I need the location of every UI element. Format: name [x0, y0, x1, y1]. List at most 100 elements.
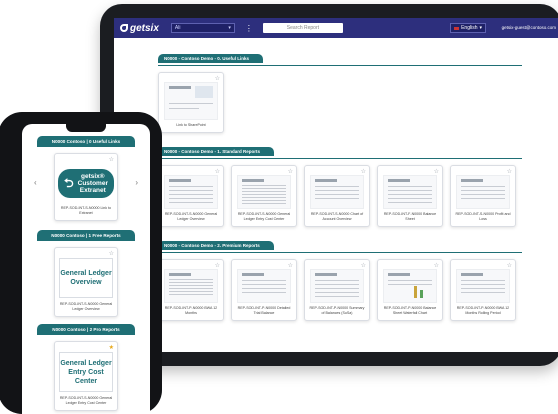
report-card-label: REP-SOD-INT-P-N0000 BWA 12 Months: [164, 306, 218, 315]
thumbnail-line: [169, 103, 213, 104]
phone-section-useful-links: N0000 Contoso | 0 Useful Links ☆ ⮌ getsi…: [22, 136, 150, 221]
favorite-star-icon[interactable]: ☆: [215, 262, 220, 269]
chevron-down-icon: ▾: [228, 25, 231, 31]
kebab-menu-icon[interactable]: ⋮: [245, 24, 253, 33]
thumbnail-line: [388, 190, 432, 191]
thumbnail-header: [169, 179, 191, 182]
carousel-next-icon[interactable]: ›: [135, 178, 138, 187]
report-thumbnail: [383, 175, 437, 209]
thumbnail-header: [169, 273, 191, 276]
report-thumbnail: [164, 269, 218, 303]
phone-section-header[interactable]: N0000 Contoso | 0 Useful Links: [37, 136, 135, 147]
report-card[interactable]: ☆ Link to SharePoint: [158, 72, 224, 133]
phone-report-card[interactable]: ★ General Ledger Entry Cost Center REP-S…: [54, 341, 118, 411]
thumbnail-title: General Ledger Overview: [60, 269, 111, 287]
thumbnail-line: [169, 202, 213, 203]
thumbnail-line: [315, 194, 359, 195]
carousel-prev-icon[interactable]: ‹: [34, 178, 37, 187]
thumbnail-line: [242, 292, 286, 293]
tablet-screen: getsix Ali ▾ ⋮ Search Report English ▾ g…: [114, 18, 558, 352]
favorite-star-icon[interactable]: ☆: [507, 168, 512, 175]
thumbnail-line: [461, 288, 505, 289]
thumbnail-line: [461, 284, 505, 285]
thumbnail-line: [169, 285, 213, 286]
thumbnail-line: [461, 280, 505, 281]
report-card[interactable]: ☆ REP-SOD-INT-S-N0000 General Ledger Ent…: [231, 165, 297, 227]
favorite-star-icon[interactable]: ☆: [215, 75, 220, 82]
thumbnail-line: [242, 288, 286, 289]
search-report-input[interactable]: Search Report: [262, 23, 343, 33]
report-card-label: REP-SOD-INT-S-N0000 Link to Extranet: [60, 206, 112, 215]
report-card[interactable]: ☆ REP-SOD-INT-S-N0000 General Ledger Ove…: [158, 165, 224, 227]
thumbnail-line: [315, 284, 359, 285]
favorite-star-icon[interactable]: ★: [109, 344, 114, 351]
language-select[interactable]: English ▾: [450, 23, 486, 33]
user-account[interactable]: getsix-guest@contoso.com: [502, 25, 556, 30]
thumbnail-line: [461, 194, 505, 195]
extranet-title-line: Extranet: [79, 186, 106, 194]
favorite-star-icon[interactable]: ☆: [361, 262, 366, 269]
phone-section-header[interactable]: N0000 Contoso | 2 Pro Reports: [37, 324, 135, 335]
favorite-star-icon[interactable]: ☆: [507, 262, 512, 269]
favorite-star-icon[interactable]: ☆: [361, 168, 366, 175]
thumbnail-bar: [414, 286, 417, 298]
report-card[interactable]: ☆ REP-SOD-INT-P-N0000 Summary of Balance…: [304, 259, 370, 321]
thumbnail-line: [315, 296, 359, 297]
logo-mark-icon: [120, 24, 128, 32]
report-card-label: REP-SOD-INT-S-N0000 General Ledger Overv…: [164, 212, 218, 221]
report-card-label: REP-SOD-INT-S-N0000 Profit and Loss: [455, 212, 511, 221]
favorite-star-icon[interactable]: ☆: [288, 262, 293, 269]
thumbnail-line: [169, 108, 199, 109]
card-row: ☆ REP-SOD-INT-P-N0000 BWA 12 Months ☆ RE…: [158, 259, 558, 321]
report-card-label: REP-SOD-INT-P-N0000 BWA 12 Months Rollin…: [456, 306, 510, 315]
thumbnail-line: [169, 194, 213, 195]
thumbnail-title-line: General Ledger: [60, 270, 112, 277]
report-card[interactable]: ☆ REP-SOD-INT-S-N0000 Chart of Account O…: [304, 165, 370, 227]
report-thumbnail: [456, 175, 510, 209]
thumbnail-line: [169, 282, 213, 283]
section-header-useful-links[interactable]: N0000 - Contoso Demo - 0. Useful Links: [158, 54, 264, 63]
section-header-premium-reports[interactable]: N0000 - Contoso Demo - 2. Premium Report…: [158, 241, 274, 250]
thumbnail-line: [242, 284, 286, 285]
report-card[interactable]: ☆ REP-SOD-INT-S-N0000 Profit and Loss: [450, 165, 516, 227]
logo-text: getsix: [130, 22, 159, 34]
thumbnail-line: [315, 198, 359, 199]
phone-section-header[interactable]: N0000 Contoso | 1 Free Reports: [37, 230, 135, 241]
favorite-star-icon[interactable]: ☆: [434, 262, 439, 269]
thumbnail-bar: [420, 290, 423, 298]
card-row: ☆ Link to SharePoint: [158, 72, 558, 133]
thumbnail-line: [169, 190, 213, 191]
thumbnail-line: [169, 288, 213, 289]
report-card[interactable]: ☆ REP-SOD-INT-F-N0000 Balance Sheet: [377, 165, 443, 227]
phone-report-card[interactable]: ☆ ⮌ getsix® Customer Extranet REP-SOD-IN…: [54, 153, 118, 221]
organization-select[interactable]: Ali ▾: [170, 23, 235, 33]
phone-report-card[interactable]: ☆ General Ledger Overview REP-SOD-INT-S-…: [54, 247, 118, 317]
phone-section-pro-reports: N0000 Contoso | 2 Pro Reports ★ General …: [22, 324, 150, 411]
thumbnail-line: [242, 200, 286, 201]
report-thumbnail: General Ledger Entry Cost Center: [59, 352, 113, 392]
customer-extranet-badge: ⮌ getsix® Customer Extranet: [58, 168, 114, 198]
thumbnail-title: General Ledger Entry Cost Center: [60, 359, 112, 386]
report-section-premium-reports: N0000 - Contoso Demo - 2. Premium Report…: [158, 234, 558, 321]
extranet-title-line: getsix®: [81, 172, 105, 180]
section-header-standard-reports[interactable]: N0000 - Contoso Demo - 1. Standard Repor…: [158, 147, 275, 156]
report-card[interactable]: ☆ REP-SOD-INT-P-N0000 Balance Sheet Wate…: [377, 259, 443, 321]
favorite-star-icon[interactable]: ☆: [109, 156, 114, 163]
report-thumbnail: [456, 269, 510, 303]
thumbnail-header: [242, 179, 264, 182]
thumbnail-line: [169, 291, 213, 292]
thumbnail-line: [388, 198, 432, 199]
report-card-label: REP-SOD-INT-P-N0000 Summary of Balances …: [309, 306, 365, 315]
report-card[interactable]: ☆ REP-SOD-INT-P-N0000 BWA 12 Months Roll…: [450, 259, 516, 321]
thumbnail-line: [242, 185, 286, 186]
report-card[interactable]: ☆ REP-SOD-INT-P-N0000 Detailed Trial Bal…: [231, 259, 297, 321]
thumbnail-line: [315, 190, 359, 191]
report-card[interactable]: ☆ REP-SOD-INT-P-N0000 BWA 12 Months: [158, 259, 224, 321]
report-thumbnail: General Ledger Overview: [59, 258, 113, 298]
favorite-star-icon[interactable]: ☆: [288, 168, 293, 175]
thumbnail-line: [242, 203, 286, 204]
favorite-star-icon[interactable]: ☆: [215, 168, 220, 175]
favorite-star-icon[interactable]: ☆: [434, 168, 439, 175]
favorite-star-icon[interactable]: ☆: [109, 250, 114, 257]
thumbnail-header: [388, 179, 410, 182]
